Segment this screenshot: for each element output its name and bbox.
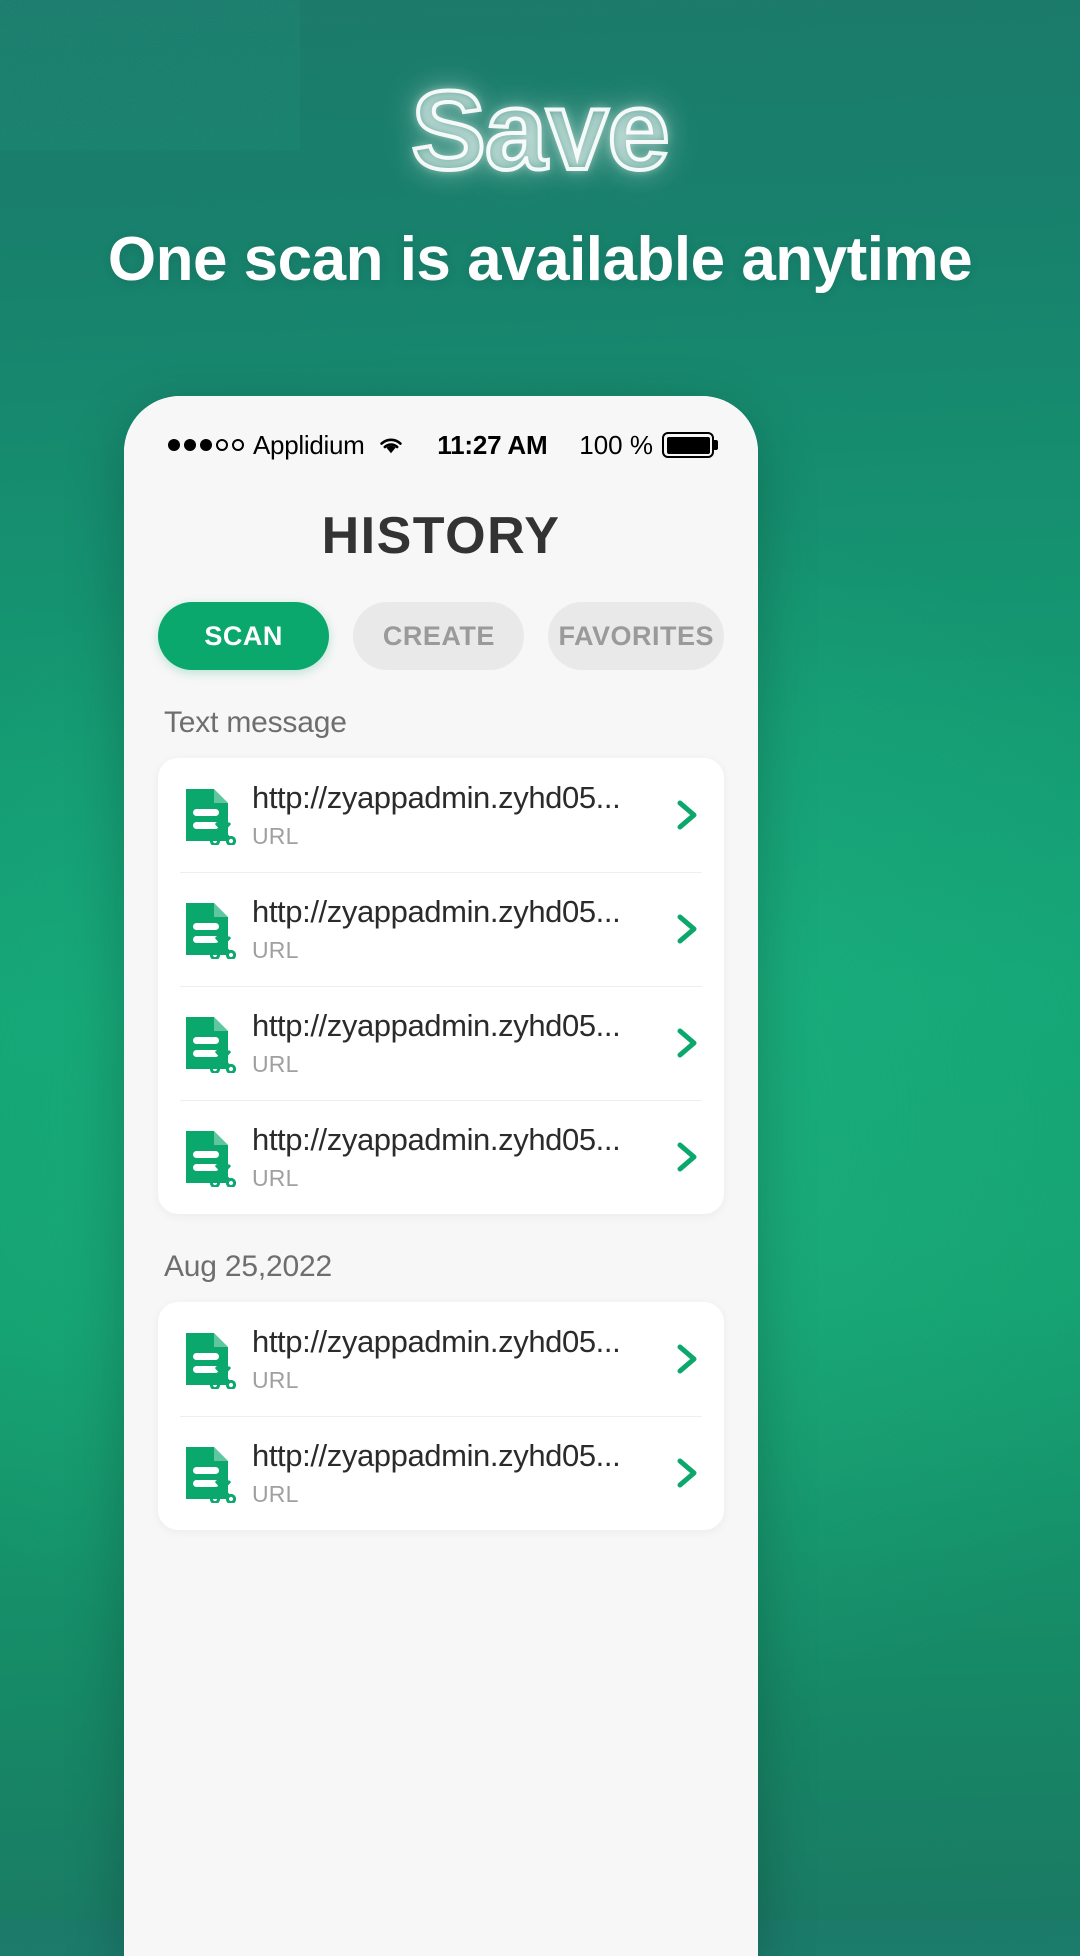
list-item-title: http://zyappadmin.zyhd05... [252,1122,621,1157]
chevron-right-icon[interactable] [672,1023,702,1063]
battery-full-icon [662,432,714,458]
status-bar-clock: 11:27 AM [437,429,548,460]
list-item-body: http://zyappadmin.zyhd05... URL [252,1324,662,1394]
history-card-2: http://zyappadmin.zyhd05... URL http://z… [158,1302,724,1530]
tab-create[interactable]: CREATE [353,602,525,670]
list-item-body: http://zyappadmin.zyhd05... URL [252,1438,662,1508]
carrier-label: Applidium [253,429,365,460]
list-item-subtitle: URL [252,1051,299,1077]
list-item[interactable]: http://zyappadmin.zyhd05... URL [158,758,724,872]
list-item-title: http://zyappadmin.zyhd05... [252,1008,621,1043]
hero-section: Save One scan is available anytime [0,0,1080,295]
status-bar-right: 100 % [579,430,714,461]
list-item-body: http://zyappadmin.zyhd05... URL [252,1008,662,1078]
chevron-right-icon[interactable] [672,1137,702,1177]
list-item[interactable]: http://zyappadmin.zyhd05... URL [158,872,724,986]
wifi-icon [380,438,403,454]
section-header-date: Aug 25,2022 [164,1250,332,1283]
document-scissors-icon [186,789,236,845]
list-item[interactable]: http://zyappadmin.zyhd05... URL [158,1302,724,1416]
screen-title: HISTORY [321,507,561,565]
list-item-body: http://zyappadmin.zyhd05... URL [252,780,662,850]
list-item-title: http://zyappadmin.zyhd05... [252,1438,621,1473]
status-bar-left: Applidium [168,430,405,461]
list-item-body: http://zyappadmin.zyhd05... URL [252,1122,662,1192]
list-item-subtitle: URL [252,823,299,849]
document-scissors-icon [186,1017,236,1073]
list-item-title: http://zyappadmin.zyhd05... [252,780,621,815]
chevron-right-icon[interactable] [672,1453,702,1493]
document-scissors-icon [186,1333,236,1389]
phone-screen: Applidium 11:27 AM 100 % HISTORY SCAN CR… [124,396,758,1956]
list-item-subtitle: URL [252,937,299,963]
document-scissors-icon [186,1131,236,1187]
history-list[interactable]: Text message http://zyappadmin.zyhd05...… [124,670,758,1956]
list-item-subtitle: URL [252,1481,299,1507]
signal-strength-icon [168,439,244,451]
chevron-right-icon[interactable] [672,1339,702,1379]
tab-bar: SCAN CREATE FAVORITES [124,576,758,670]
page-title: Save [409,68,672,193]
chevron-right-icon[interactable] [672,909,702,949]
section-header-text-message: Text message [164,706,347,739]
battery-percent-label: 100 % [579,429,653,460]
chevron-right-icon[interactable] [672,795,702,835]
document-scissors-icon [186,903,236,959]
tab-scan[interactable]: SCAN [158,602,330,670]
list-item[interactable]: http://zyappadmin.zyhd05... URL [158,986,724,1100]
history-card-1: http://zyappadmin.zyhd05... URL http://z… [158,758,724,1214]
list-item[interactable]: http://zyappadmin.zyhd05... URL [158,1416,724,1530]
list-item-subtitle: URL [252,1165,299,1191]
document-scissors-icon [186,1447,236,1503]
phone-mockup: Applidium 11:27 AM 100 % HISTORY SCAN CR… [124,396,758,1956]
hero-subtitle: One scan is available anytime [107,224,973,294]
list-item-title: http://zyappadmin.zyhd05... [252,894,621,929]
list-item-subtitle: URL [252,1367,299,1393]
list-item-body: http://zyappadmin.zyhd05... URL [252,894,662,964]
list-item[interactable]: http://zyappadmin.zyhd05... URL [158,1100,724,1214]
status-bar: Applidium 11:27 AM 100 % [124,396,758,480]
list-item-title: http://zyappadmin.zyhd05... [252,1324,621,1359]
tab-favorites[interactable]: FAVORITES [548,602,724,670]
